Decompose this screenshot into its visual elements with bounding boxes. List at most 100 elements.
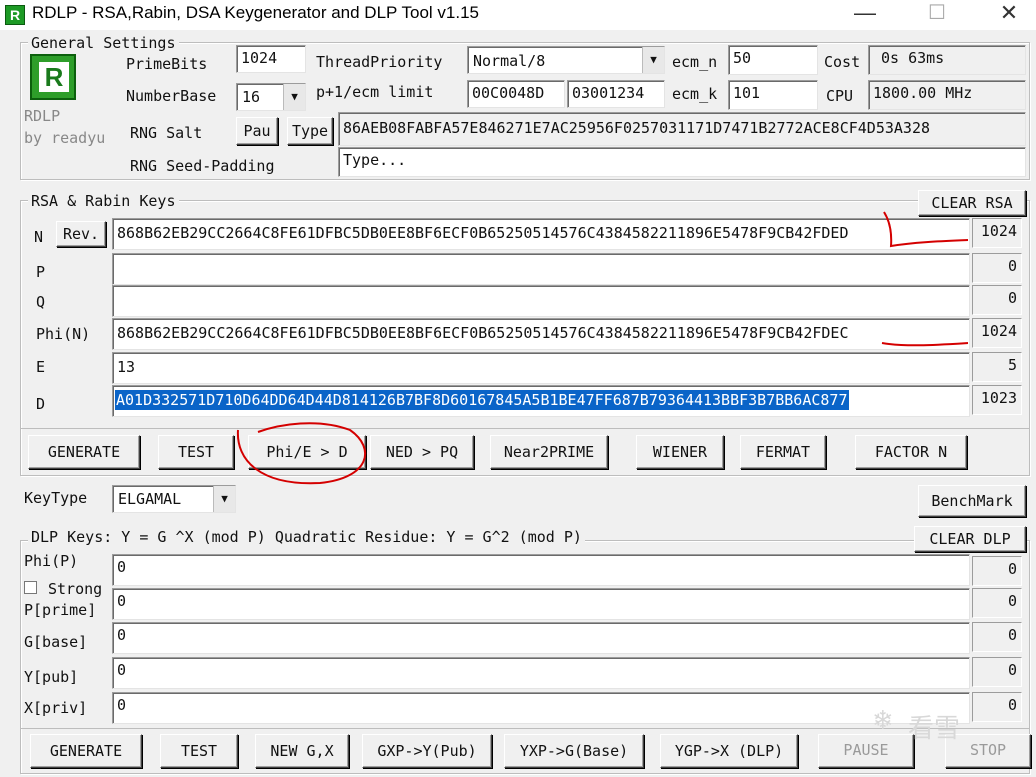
phi-n-field[interactable]: 868B62EB29CC2664C8FE61DFBC5DB0EE8BF6ECF0… [112, 318, 970, 350]
ygp-to-x-dlp-button[interactable]: YGP->X (DLP) [660, 734, 798, 768]
keytype-label: KeyType [24, 489, 88, 507]
rng-salt-value: 86AEB08FABFA57E846271E7AC25956F025703117… [338, 112, 1026, 146]
rsa-test-button[interactable]: TEST [158, 435, 234, 469]
dlp-label-y-pub: Y[pub] [24, 668, 79, 686]
type-button[interactable]: Type [287, 117, 333, 145]
watermark-snowflake-icon: ❄ [872, 706, 894, 736]
seed-padding-label: RNG Seed-Padding [130, 157, 275, 175]
yxp-to-g-button[interactable]: YXP->G(Base) [504, 734, 644, 768]
q-label: Q [36, 293, 46, 311]
minimize-button[interactable]: — [830, 0, 900, 30]
phi-e-to-d-button[interactable]: Phi/E > D [248, 435, 366, 469]
phi-n-bits-count: 1024 [972, 318, 1022, 348]
wiener-button[interactable]: WIENER [636, 435, 724, 469]
near2prime-button[interactable]: Near2PRIME [490, 435, 608, 469]
n-field[interactable]: 868B62EB29CC2664C8FE61DFBC5DB0EE8BF6ECF0… [112, 218, 970, 250]
watermark-text: 看雪 [908, 714, 961, 744]
p1ecm-limit-1-input[interactable]: 00C0048D [467, 80, 565, 108]
p-field[interactable] [112, 253, 970, 285]
ecm-k-label: ecm_k [672, 85, 718, 103]
dlp-keys-label: DLP Keys: Y = G ^X (mod P) Quadratic Res… [28, 528, 585, 546]
y-pub-field[interactable]: 0 [112, 657, 970, 689]
d-selected-text: A01D332571D710D64DD64D44D814126B7BF8D601… [115, 390, 849, 410]
p1ecm-limit-label: p+1/ecm limit [316, 83, 434, 101]
maximize-button[interactable]: ☐ [902, 0, 972, 30]
dlp-label-x-priv: X[priv] [24, 699, 88, 717]
q-bits-count: 0 [972, 285, 1022, 315]
e-bits-count: 5 [972, 352, 1022, 382]
chevron-down-icon[interactable]: ▼ [283, 84, 305, 110]
dlp-generate-button[interactable]: GENERATE [30, 734, 142, 768]
general-settings-label: General Settings [28, 34, 179, 52]
dlp-label-g-base: G[base] [24, 633, 88, 651]
d-field[interactable]: A01D332571D710D64DD64D44D814126B7BF8D601… [112, 385, 970, 417]
cost-value: 0s 63ms [868, 45, 1026, 75]
phi-n-label: Phi(N) [36, 325, 91, 343]
ecm-n-label: ecm_n [672, 53, 718, 71]
dlp-label-phi-p: Phi(P) [24, 552, 79, 570]
rev-button[interactable]: Rev. [56, 221, 106, 247]
p-bits-count: 0 [972, 253, 1022, 283]
ecm-k-input[interactable]: 101 [728, 80, 818, 110]
d-label: D [36, 395, 46, 413]
pause-button[interactable]: PAUSE [818, 734, 914, 768]
rsa-generate-button[interactable]: GENERATE [28, 435, 140, 469]
clear-dlp-button[interactable]: CLEAR DLP [914, 526, 1026, 552]
author-text: by readyu [24, 129, 106, 147]
number-base-label: NumberBase [126, 87, 217, 105]
keytype-select[interactable]: ELGAMAL ▼ [112, 485, 236, 513]
logo-letter: R [39, 62, 69, 92]
p-prime-bits-count: 0 [972, 588, 1022, 618]
seed-padding-input[interactable]: Type... [338, 147, 1026, 177]
phi-p-bits-count: 0 [972, 556, 1022, 586]
factor-n-button[interactable]: FACTOR N [855, 435, 967, 469]
number-base-select[interactable]: 16 ▼ [236, 83, 306, 111]
rsa-keys-label: RSA & Rabin Keys [28, 192, 179, 210]
gxp-to-y-button[interactable]: GXP->Y(Pub) [362, 734, 492, 768]
p1ecm-limit-2-input[interactable]: 03001234 [567, 80, 665, 108]
n-label: N [34, 228, 44, 246]
strong-checkbox[interactable] [24, 581, 37, 594]
prime-bits-input[interactable]: 1024 [236, 45, 306, 73]
rng-salt-label: RNG Salt [130, 124, 203, 142]
n-bits-count: 1024 [972, 218, 1022, 248]
pau-button[interactable]: Pau [236, 117, 278, 145]
clear-rsa-button[interactable]: CLEAR RSA [918, 190, 1026, 216]
q-field[interactable] [112, 285, 970, 317]
chevron-down-icon[interactable]: ▼ [213, 486, 235, 512]
app-icon: R [5, 5, 25, 25]
number-base-value: 16 [242, 88, 261, 106]
p-prime-field[interactable]: 0 [112, 588, 970, 620]
x-priv-field[interactable]: 0 [112, 692, 970, 724]
g-base-bits-count: 0 [972, 622, 1022, 652]
dlp-test-button[interactable]: TEST [160, 734, 238, 768]
p-label: P [36, 263, 46, 281]
e-label: E [36, 358, 46, 376]
phi-p-field[interactable]: 0 [112, 554, 970, 586]
close-button[interactable]: ✕ [974, 0, 1036, 30]
cost-label: Cost [824, 53, 861, 71]
window-title: RDLP - RSA,Rabin, DSA Keygenerator and D… [32, 3, 479, 22]
rdlp-logo: R [30, 54, 76, 100]
cpu-value: 1800.00 MHz [868, 80, 1026, 110]
ned-to-pq-button[interactable]: NED > PQ [370, 435, 474, 469]
strong-label: Strong [48, 580, 103, 598]
prime-bits-label: PrimeBits [126, 55, 208, 73]
g-base-field[interactable]: 0 [112, 622, 970, 654]
fermat-button[interactable]: FERMAT [740, 435, 826, 469]
dlp-label-p-prime: P[prime] [24, 601, 97, 619]
new-g-x-button[interactable]: NEW G,X [255, 734, 349, 768]
benchmark-button[interactable]: BenchMark [918, 485, 1026, 517]
d-bits-count: 1023 [972, 385, 1022, 415]
thread-priority-select[interactable]: Normal/8 ▼ [467, 46, 665, 74]
divider [20, 428, 1030, 429]
y-pub-bits-count: 0 [972, 657, 1022, 687]
ecm-n-input[interactable]: 50 [728, 45, 818, 75]
keytype-value: ELGAMAL [118, 490, 182, 508]
brand-text: RDLP [24, 107, 61, 125]
chevron-down-icon[interactable]: ▼ [642, 47, 664, 73]
thread-priority-value: Normal/8 [473, 52, 546, 70]
thread-priority-label: ThreadPriority [316, 53, 443, 71]
e-field[interactable]: 13 [112, 352, 970, 384]
cpu-label: CPU [826, 87, 854, 105]
